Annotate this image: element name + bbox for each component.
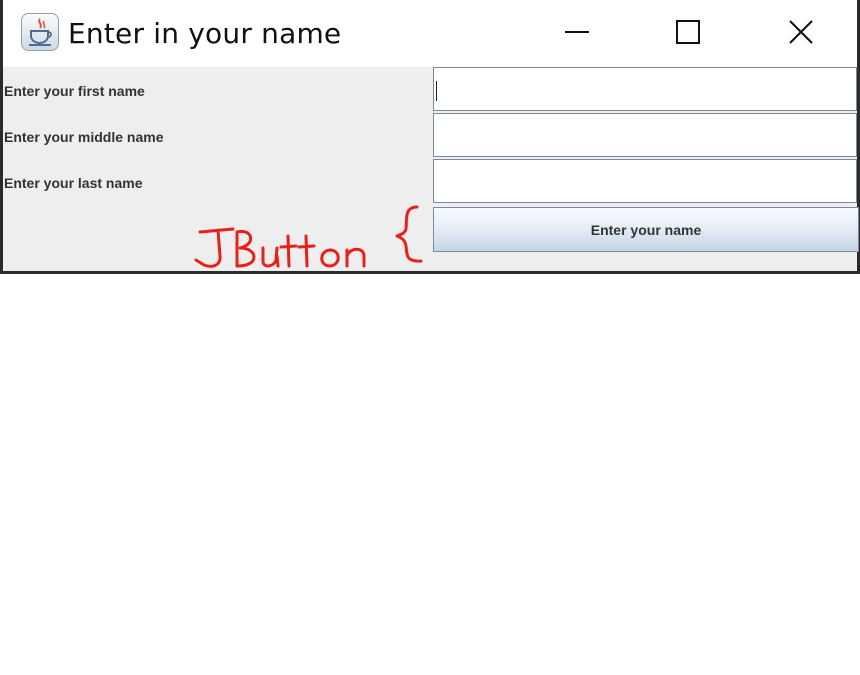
handwritten-annotation: [194, 205, 423, 268]
